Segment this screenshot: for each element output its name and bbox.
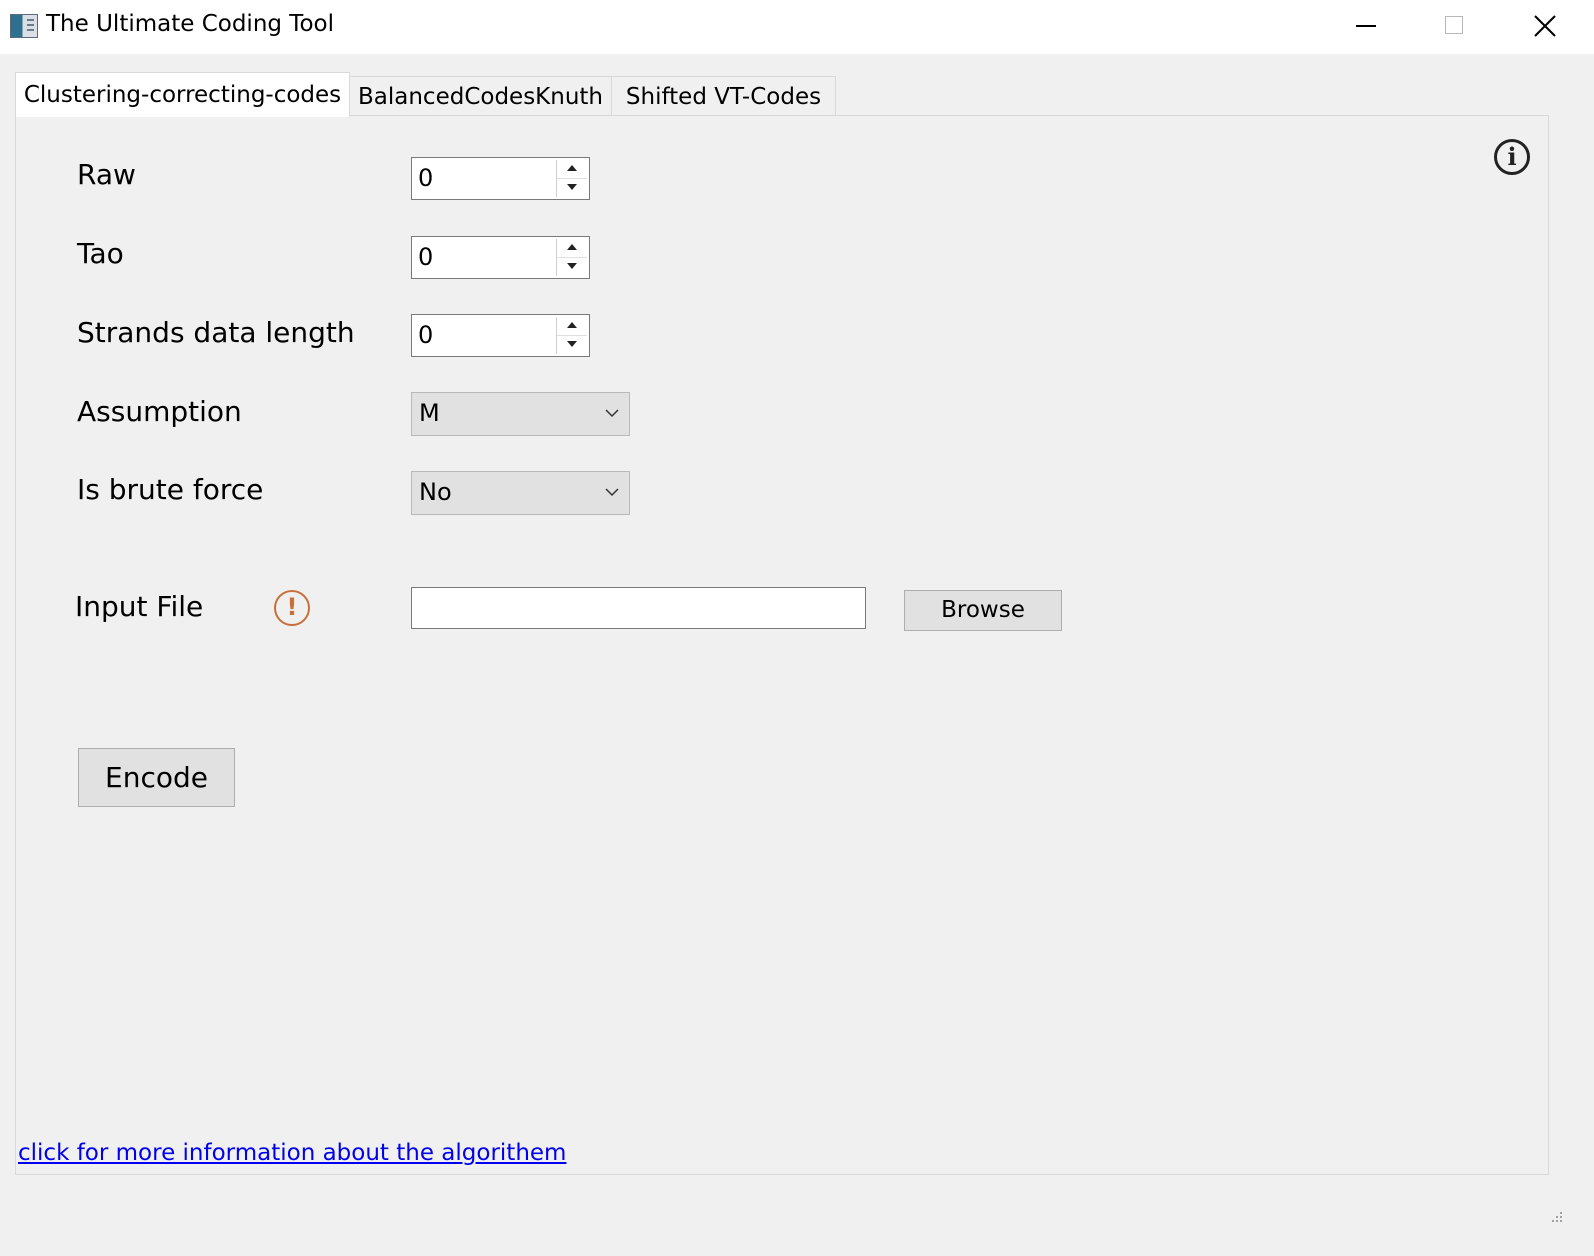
tao-value: 0	[418, 243, 434, 271]
algorithm-info-link[interactable]: click for more information about the alg…	[18, 1140, 566, 1166]
raw-value: 0	[418, 164, 434, 192]
maximize-button[interactable]	[1410, 0, 1500, 54]
tab-balanced-codes-knuth[interactable]: BalancedCodesKnuth	[349, 76, 612, 116]
strands-data-length-label: Strands data length	[77, 316, 355, 349]
minimize-button[interactable]	[1322, 0, 1412, 54]
tao-spinbox[interactable]: 0	[411, 236, 590, 279]
app-icon	[10, 14, 38, 38]
title-bar: The Ultimate Coding Tool	[0, 0, 1594, 54]
tao-label: Tao	[77, 237, 124, 270]
chevron-down-icon	[605, 488, 619, 497]
exclamation-circle-icon: !	[274, 590, 310, 626]
raw-label: Raw	[77, 158, 136, 191]
tab-clustering-correcting-codes[interactable]: Clustering-correcting-codes	[15, 72, 350, 117]
tab-panel	[15, 115, 1549, 1175]
brute-force-label: Is brute force	[77, 473, 264, 506]
assumption-value: M	[419, 399, 440, 427]
strands-increment-button[interactable]	[557, 317, 587, 336]
window-title: The Ultimate Coding Tool	[46, 11, 334, 37]
browse-button[interactable]: Browse	[904, 590, 1062, 631]
tao-decrement-button[interactable]	[557, 258, 587, 276]
raw-spinbox[interactable]: 0	[411, 157, 590, 200]
info-icon[interactable]: i	[1494, 139, 1530, 175]
brute-force-select[interactable]: No	[411, 471, 630, 515]
input-file-field[interactable]	[411, 587, 866, 629]
raw-increment-button[interactable]	[557, 160, 587, 179]
resize-grip[interactable]	[1548, 1212, 1564, 1228]
input-file-label: Input File	[75, 590, 204, 623]
encode-button[interactable]: Encode	[78, 748, 235, 807]
tao-increment-button[interactable]	[557, 239, 587, 258]
strands-decrement-button[interactable]	[557, 336, 587, 354]
tab-shifted-vt-codes[interactable]: Shifted VT-Codes	[611, 76, 836, 116]
chevron-down-icon	[605, 409, 619, 418]
close-button[interactable]	[1500, 0, 1590, 54]
brute-force-value: No	[419, 478, 452, 506]
assumption-label: Assumption	[77, 395, 242, 428]
close-icon	[1534, 15, 1556, 37]
raw-decrement-button[interactable]	[557, 179, 587, 197]
assumption-select[interactable]: M	[411, 392, 630, 436]
strands-data-length-spinbox[interactable]: 0	[411, 314, 590, 357]
strands-data-length-value: 0	[418, 321, 434, 349]
